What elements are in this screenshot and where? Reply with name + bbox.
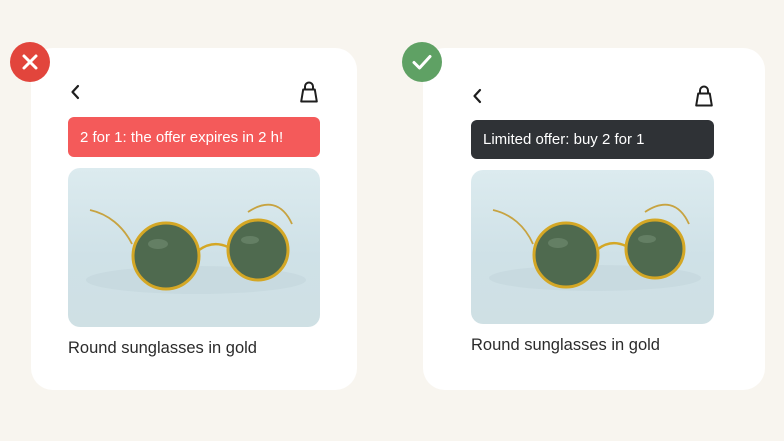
shopping-bag-icon	[300, 81, 318, 103]
chevron-left-icon	[473, 88, 482, 104]
offer-banner: Limited offer: buy 2 for 1	[471, 120, 714, 159]
chevron-left-icon	[71, 84, 80, 100]
product-image	[68, 168, 320, 327]
good-verdict-badge	[402, 42, 442, 82]
offer-banner-text: Limited offer: buy 2 for 1	[483, 131, 645, 148]
offer-banner-text: 2 for 1: the offer expires in 2 h!	[80, 128, 284, 146]
shopping-bag-icon	[695, 85, 713, 107]
product-image	[471, 170, 714, 324]
good-example-card: Limited offer: buy 2 for 1 Round sunglas…	[423, 48, 765, 390]
product-title: Round sunglasses in gold	[68, 339, 257, 357]
cross-icon	[22, 54, 38, 70]
product-title: Round sunglasses in gold	[471, 336, 660, 354]
shopping-bag-button[interactable]	[296, 79, 322, 105]
comparison-stage: 2 for 1: the offer expires in 2 h! Round…	[0, 0, 784, 441]
offer-banner: 2 for 1: the offer expires in 2 h!	[68, 117, 320, 157]
bad-example-card: 2 for 1: the offer expires in 2 h! Round…	[31, 48, 357, 390]
shopping-bag-button[interactable]	[691, 83, 717, 109]
bad-verdict-badge	[10, 42, 50, 82]
back-button[interactable]	[65, 81, 85, 103]
back-button[interactable]	[467, 85, 487, 107]
check-icon	[412, 55, 432, 70]
